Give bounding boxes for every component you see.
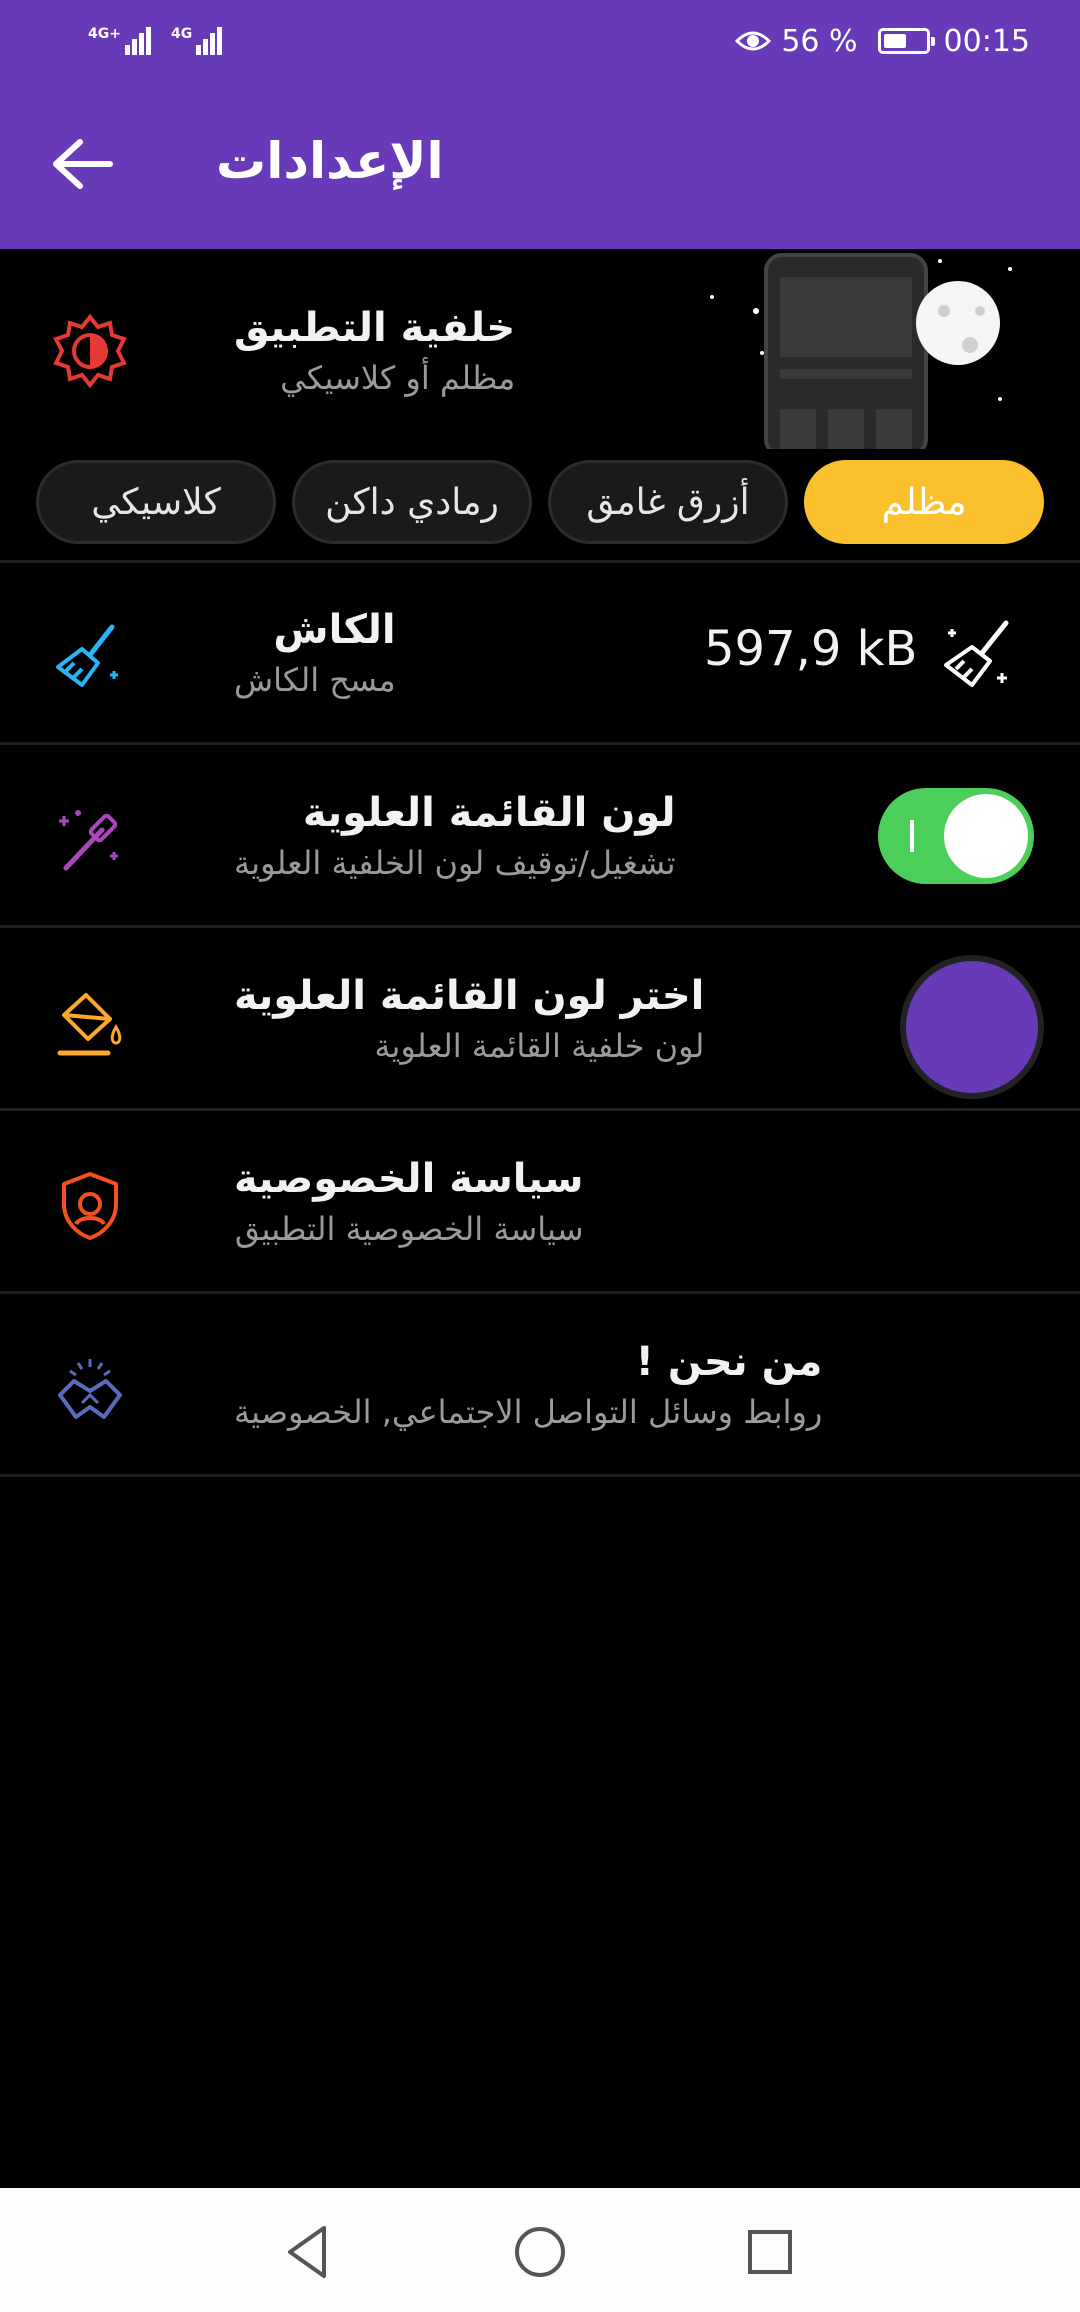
about-title: من نحن !	[635, 1339, 823, 1385]
theme-title: خلفية التطبيق	[234, 305, 516, 351]
system-nav-bar	[0, 2188, 1080, 2312]
battery-icon	[877, 28, 935, 54]
clear-cache-icon[interactable]	[940, 615, 1020, 695]
app-bar: الإعدادات	[0, 82, 1080, 249]
privacy-policy-setting[interactable]: سياسة الخصوصية سياسة الخصوصية التطبيق	[0, 1112, 1080, 1294]
color-swatch[interactable]	[900, 955, 1044, 1099]
theme-option-3[interactable]: كلاسيكي	[36, 460, 276, 544]
shield-icon	[62, 1172, 118, 1240]
theme-option-1[interactable]: أزرق غامق	[548, 460, 788, 544]
toolbar-color-toggle[interactable]	[878, 788, 1034, 884]
toolbar-color-setting: لون القائمة العلوية تشغيل/توقيف لون الخل…	[0, 746, 1080, 928]
signal-icon-sim2: 4G	[170, 26, 223, 55]
pick-color-subtitle: لون خلفية القائمة العلوية	[374, 1027, 705, 1065]
theme-option-2[interactable]: رمادي داكن	[292, 460, 532, 544]
cache-setting[interactable]: الكاش مسح الكاش 597,9 kB	[0, 563, 1080, 745]
privacy-subtitle: سياسة الخصوصية التطبيق	[234, 1210, 584, 1248]
pick-color-title: اختر لون القائمة العلوية	[234, 973, 705, 1019]
cache-title: الكاش	[273, 607, 396, 653]
clock: 00:15	[943, 23, 1030, 59]
cache-subtitle: مسح الكاش	[234, 661, 396, 699]
signal-icon-sim1: 4G+	[88, 27, 151, 55]
square-recents-icon[interactable]	[738, 2220, 802, 2284]
broom-icon	[56, 624, 118, 687]
arrow-left-icon[interactable]	[50, 134, 116, 194]
network-type-2: 4G	[170, 26, 193, 42]
eye-icon	[735, 31, 772, 51]
signal-indicators: 4G+ 4G	[88, 26, 223, 55]
triangle-back-icon[interactable]	[276, 2220, 340, 2284]
theme-option-0[interactable]: مظلم	[804, 460, 1044, 544]
magic-wand-icon	[59, 810, 118, 871]
status-bar: 4G+ 4G 56 % 00:15	[0, 0, 1080, 82]
brightness-icon	[53, 313, 127, 389]
circle-home-icon[interactable]	[508, 2220, 572, 2284]
about-subtitle: روابط وسائل التواصل الاجتماعي, الخصوصية	[234, 1393, 823, 1431]
cache-size: 597,9 kB	[704, 621, 918, 677]
page-title: الإعدادات	[216, 132, 444, 190]
theme-setting: خلفية التطبيق مظلم أو كلاسيكي مظلم أزرق غ…	[0, 249, 1080, 563]
battery-percent: 56 %	[781, 23, 858, 59]
night-phone-illustration	[710, 253, 1012, 449]
privacy-title: سياسة الخصوصية	[234, 1156, 584, 1202]
toolbar-color-title: لون القائمة العلوية	[302, 790, 676, 836]
about-us-setting[interactable]: من نحن ! روابط وسائل التواصل الاجتماعي, …	[0, 1295, 1080, 1477]
network-type-1: 4G+	[88, 26, 121, 42]
toolbar-color-subtitle: تشغيل/توقيف لون الخلفية العلوية	[234, 844, 676, 882]
theme-subtitle: مظلم أو كلاسيكي	[280, 359, 516, 397]
paint-bucket-icon	[57, 993, 122, 1056]
pick-toolbar-color-setting[interactable]: اختر لون القائمة العلوية لون خلفية القائ…	[0, 929, 1080, 1111]
theme-options: مظلم أزرق غامق رمادي داكن كلاسيكي	[36, 460, 1044, 544]
handshake-icon	[58, 1359, 122, 1419]
